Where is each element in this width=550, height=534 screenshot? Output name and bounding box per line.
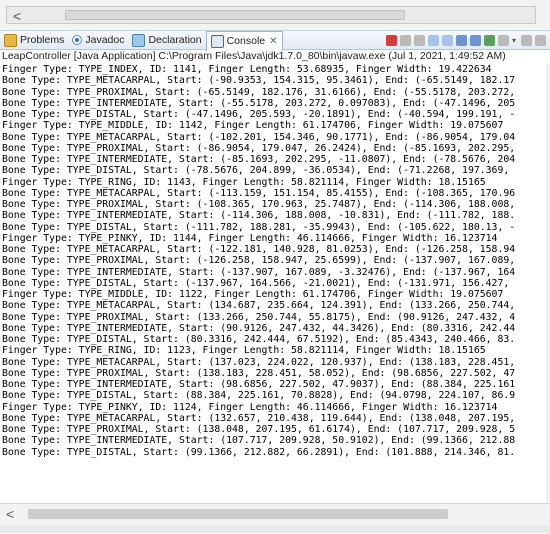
bottom-strip	[0, 525, 550, 533]
tab-label: Javadoc	[85, 34, 125, 46]
console-horizontal-scrollbar[interactable]: <	[0, 503, 550, 525]
dropdown-chevron-icon[interactable]: ▾	[512, 35, 518, 46]
top-editor-area: <	[0, 0, 550, 30]
editor-horizontal-scrollbar[interactable]: <	[6, 6, 536, 24]
remove-all-icon[interactable]	[414, 34, 425, 46]
console-line: Finger Type: TYPE_RING, ID: 1123, Finger…	[2, 345, 486, 357]
tab-javadoc[interactable]: Javadoc	[68, 31, 128, 49]
console-line: Bone Type: TYPE_INTERMEDIATE, Start: (-1…	[2, 210, 516, 222]
console-line: Bone Type: TYPE_INTERMEDIATE, Start: (90…	[2, 322, 516, 334]
declaration-icon	[132, 33, 146, 47]
console-icon	[210, 34, 224, 48]
scroll-left-arrow-icon[interactable]: <	[6, 507, 14, 521]
console-line: Bone Type: TYPE_METACARPAL, Start: (134.…	[2, 300, 516, 312]
maximize-icon[interactable]	[535, 34, 546, 46]
console-line: Bone Type: TYPE_DISTAL, Start: (-111.782…	[2, 221, 516, 233]
console-line: Finger Type: TYPE_PINKY, ID: 1124, Finge…	[2, 401, 498, 413]
console-line: Finger Type: TYPE_RING, ID: 1143, Finger…	[2, 176, 486, 188]
tab-label: Declaration	[148, 34, 202, 46]
close-icon[interactable]: ✕	[269, 36, 277, 47]
scrollbar-thumb[interactable]	[28, 509, 448, 519]
tab-label: Problems	[20, 34, 65, 46]
launch-configuration-label: LeapController [Java Application] C:\Pro…	[2, 50, 506, 62]
console-vertical-scrollbar[interactable]	[546, 64, 550, 534]
console-line: Bone Type: TYPE_PROXIMAL, Start: (138.18…	[2, 367, 516, 379]
console-line: Bone Type: TYPE_PROXIMAL, Start: (-86.90…	[2, 142, 516, 154]
console-line: Finger Type: TYPE_MIDDLE, ID: 1122, Fing…	[2, 289, 504, 300]
terminate-icon[interactable]	[386, 34, 397, 46]
show-console-icon[interactable]	[456, 34, 467, 46]
console-line: Finger Type: TYPE_INDEX, ID: 1141, Finge…	[2, 64, 492, 75]
console-line: Finger Type: TYPE_PINKY, ID: 1144, Finge…	[2, 232, 498, 244]
tab-console[interactable]: Console ✕	[205, 30, 283, 51]
console-line: Bone Type: TYPE_METACARPAL, Start: (-90.…	[2, 75, 516, 87]
console-line: Bone Type: TYPE_INTERMEDIATE, Start: (98…	[2, 379, 516, 390]
console-line: Bone Type: TYPE_PROXIMAL, Start: (-126.2…	[2, 255, 516, 267]
tab-problems[interactable]: Problems	[0, 31, 68, 49]
console-line: Finger Type: TYPE_MIDDLE, ID: 1142, Fing…	[2, 120, 504, 132]
scroll-lock-icon[interactable]	[428, 34, 439, 46]
display-selected-icon[interactable]	[484, 34, 495, 46]
console-line: Bone Type: TYPE_METACARPAL, Start: (137.…	[2, 356, 516, 368]
word-wrap-icon[interactable]	[442, 34, 453, 46]
new-console-icon[interactable]	[498, 34, 509, 46]
console-line: Bone Type: TYPE_INTERMEDIATE, Start: (-8…	[2, 154, 516, 165]
console-line: Bone Type: TYPE_METACARPAL, Start: (-102…	[2, 131, 516, 143]
pin-console-icon[interactable]	[470, 34, 481, 46]
console-output[interactable]: Finger Type: TYPE_INDEX, ID: 1141, Finge…	[2, 64, 546, 500]
console-line: Bone Type: TYPE_DISTAL, Start: (99.1366,…	[2, 446, 516, 458]
console-line: Bone Type: TYPE_DISTAL, Start: (-137.967…	[2, 277, 510, 289]
minimize-icon[interactable]	[521, 34, 532, 46]
console-line: Bone Type: TYPE_PROXIMAL, Start: (-108.3…	[2, 199, 516, 210]
view-tab-bar: Problems Javadoc Declaration Console ✕ ▾	[0, 30, 550, 51]
javadoc-icon	[72, 35, 83, 45]
scrollbar-thumb[interactable]	[65, 10, 405, 20]
console-line: Bone Type: TYPE_METACARPAL, Start: (132.…	[2, 412, 516, 424]
console-line: Bone Type: TYPE_INTERMEDIATE, Start: (10…	[2, 435, 516, 447]
tab-label: Console	[226, 35, 266, 47]
console-line: Bone Type: TYPE_PROXIMAL, Start: (-65.51…	[2, 86, 516, 98]
problems-icon	[4, 33, 17, 47]
console-line: Bone Type: TYPE_METACARPAL, Start: (-122…	[2, 244, 516, 255]
console-line: Bone Type: TYPE_DISTAL, Start: (-47.1496…	[2, 109, 516, 120]
console-line: Bone Type: TYPE_INTERMEDIATE, Start: (-1…	[2, 266, 516, 278]
tab-declaration[interactable]: Declaration	[128, 31, 205, 49]
console-line: Bone Type: TYPE_PROXIMAL, Start: (138.04…	[2, 424, 516, 435]
remove-launch-icon[interactable]	[400, 34, 411, 46]
console-toolbar: ▾	[386, 34, 550, 46]
scroll-left-arrow-icon[interactable]: <	[13, 8, 21, 24]
console-line: Bone Type: TYPE_METACARPAL, Start: (-113…	[2, 187, 516, 199]
console-line: Bone Type: TYPE_INTERMEDIATE, Start: (-5…	[2, 97, 516, 109]
console-line: Bone Type: TYPE_PROXIMAL, Start: (133.26…	[2, 311, 516, 323]
console-line: Bone Type: TYPE_DISTAL, Start: (80.3316,…	[2, 334, 516, 345]
console-line: Bone Type: TYPE_DISTAL, Start: (-78.5676…	[2, 165, 510, 177]
console-line: Bone Type: TYPE_DISTAL, Start: (88.384, …	[2, 390, 516, 402]
